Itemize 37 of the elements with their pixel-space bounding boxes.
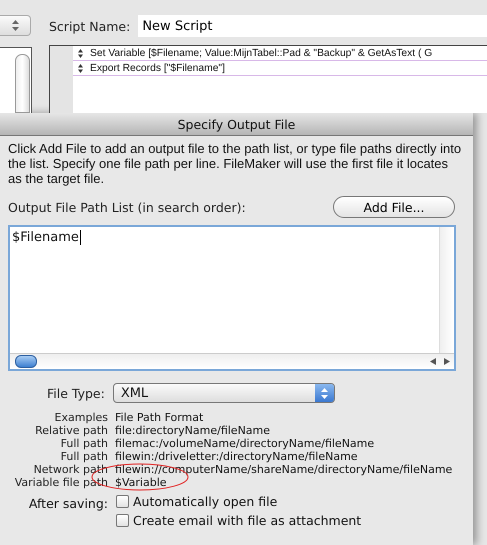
file-type-dropdown[interactable]: XML (112, 383, 335, 403)
scroll-right-icon[interactable] (444, 358, 450, 365)
path-format-example: filemac:/volumeName/directoryName/fileName (115, 437, 376, 450)
dialog-title: Specify Output File (178, 116, 296, 132)
path-type-label: Relative path (34, 424, 108, 437)
description-text: Click Add File to add an output file to the path list, or type file paths directly into the list. Specify one file path per line. FileMaker will use the first file it locates as the target file. (8, 141, 462, 186)
scroll-left-icon[interactable] (430, 358, 436, 365)
horizontal-scrollbar[interactable] (10, 353, 454, 369)
vertical-scrollbar[interactable] (439, 227, 454, 353)
step-gutter (50, 46, 73, 113)
path-type-label: Full path (60, 450, 108, 463)
script-name-field[interactable]: New Script (138, 15, 487, 37)
checkbox-option[interactable]: Create email with file as attachment (116, 513, 362, 528)
drag-handle-icon (78, 48, 83, 58)
script-step[interactable]: Set Variable [$Filename; Value:MijnTabel::Pad & "Backup" & GetAsText ( G (73, 46, 487, 61)
after-saving-label: After saving: (28, 495, 108, 513)
path-type-label: Full path (60, 437, 108, 450)
add-file-button[interactable]: Add File... (333, 196, 455, 218)
scrollbar[interactable] (15, 54, 30, 113)
path-format-example: $Variable (115, 476, 168, 489)
popup-menu[interactable] (0, 15, 31, 36)
drag-handle-icon (78, 64, 83, 72)
path-format-example: filewin:/driveletter:/directoryName/fileName (115, 450, 359, 463)
stepper-icon (12, 20, 18, 31)
script-name-label: Script Name: (49, 18, 130, 34)
path-list-field[interactable]: $Filename (8, 225, 456, 371)
path-list-label: Output File Path List (in search order): (8, 200, 246, 214)
script-step[interactable]: Export Records ["$Filename"] (73, 61, 487, 76)
examples-label: Examples (54, 411, 108, 424)
path-format-example: file:directoryName/fileName (115, 424, 272, 437)
scroll-thumb[interactable] (15, 355, 37, 368)
checkbox[interactable] (116, 514, 129, 527)
examples-header: File Path Format (115, 411, 204, 424)
checkbox[interactable] (116, 495, 129, 508)
file-type-label: File Type: (47, 386, 105, 400)
stepper-icon (320, 388, 328, 398)
checkbox-option[interactable]: Automatically open file (116, 494, 362, 509)
